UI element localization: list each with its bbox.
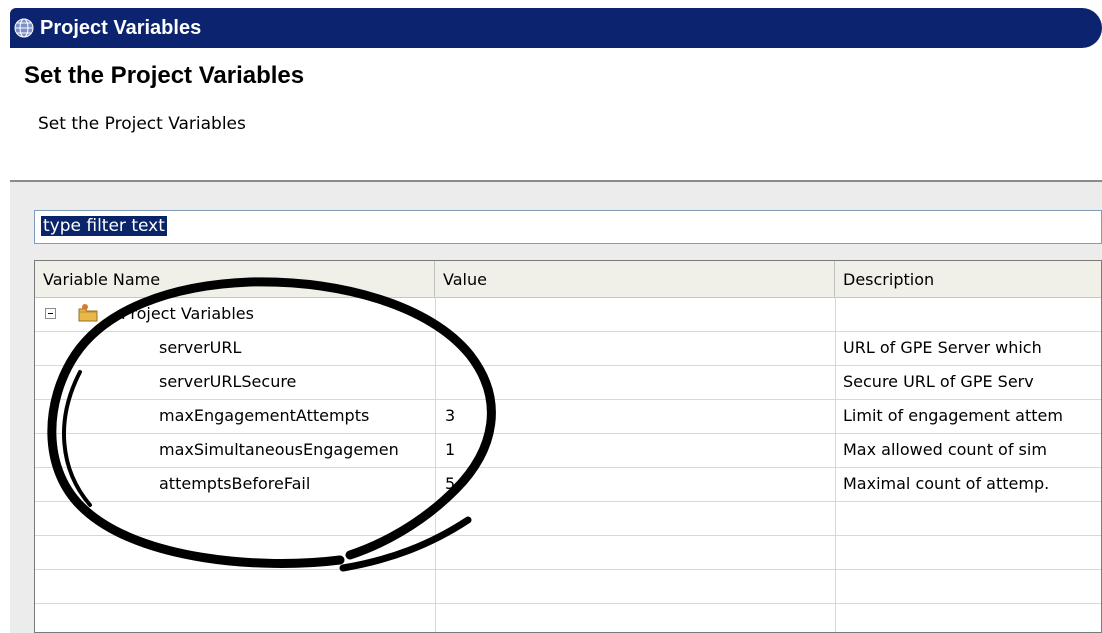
variable-description: Maximal count of attemp. [843, 474, 1050, 493]
collapse-icon[interactable] [45, 308, 56, 319]
variable-value[interactable] [445, 365, 831, 399]
filter-input-text[interactable]: type filter text [41, 216, 167, 236]
variable-name: attemptsBeforeFail [159, 474, 311, 493]
globe-icon [14, 18, 34, 38]
variable-description: Max allowed count of sim [843, 440, 1047, 459]
variable-name: maxSimultaneousEngagemen [159, 440, 399, 459]
table-header: Variable Name Value Description [35, 261, 1101, 298]
table-row[interactable]: serverURLSecure Secure URL of GPE Serv [35, 365, 1101, 400]
column-header-description[interactable]: Description [835, 261, 1101, 297]
empty-row [35, 501, 1101, 536]
variable-description: Limit of engagement attem [843, 406, 1063, 425]
variable-value[interactable]: 3 [445, 399, 831, 433]
table-row[interactable]: maxSimultaneousEngagemen 1 Max allowed c… [35, 433, 1101, 468]
column-header-value[interactable]: Value [435, 261, 835, 297]
tree-root-row[interactable]: Project Variables [35, 297, 1101, 332]
variable-value[interactable]: 5 [445, 467, 831, 501]
table-row[interactable]: attemptsBeforeFail 5 Maximal count of at… [35, 467, 1101, 502]
wizard-header: Set the Project Variables Set the Projec… [10, 48, 1102, 184]
variable-description: Secure URL of GPE Serv [843, 372, 1034, 391]
variables-table[interactable]: Variable Name Value Description Project … [34, 260, 1102, 633]
variable-name: serverURL [159, 338, 242, 357]
table-row[interactable]: serverURL URL of GPE Server which [35, 331, 1101, 366]
column-header-variable-name[interactable]: Variable Name [35, 261, 435, 297]
variable-value[interactable] [445, 331, 831, 365]
variable-description: URL of GPE Server which [843, 338, 1042, 357]
empty-row [35, 569, 1101, 604]
tree-root-label: Project Variables [121, 304, 254, 323]
empty-row [35, 535, 1101, 570]
variable-value[interactable]: 1 [445, 433, 831, 467]
folder-icon [78, 304, 98, 322]
window-title: Project Variables [40, 17, 202, 39]
filter-input[interactable]: type filter text [34, 210, 1102, 244]
table-row[interactable]: maxEngagementAttempts 3 Limit of engagem… [35, 399, 1101, 434]
page-title: Set the Project Variables [24, 62, 305, 89]
page-subtitle: Set the Project Variables [38, 114, 246, 134]
variable-name: maxEngagementAttempts [159, 406, 370, 425]
window-titlebar: Project Variables [10, 8, 1102, 48]
variable-name: serverURLSecure [159, 372, 297, 391]
